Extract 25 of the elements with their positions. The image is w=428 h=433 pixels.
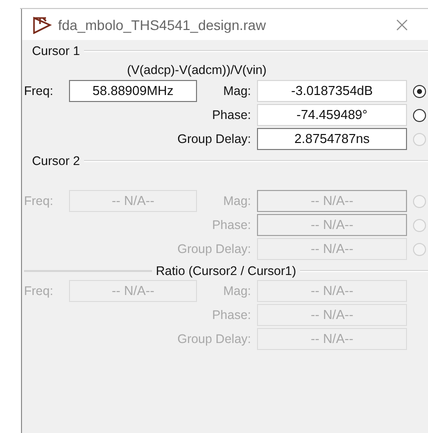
field-label: Group Delay: [176, 332, 252, 346]
field-label: Group Delay: [176, 242, 252, 256]
value-field[interactable]: -3.0187354dB [257, 80, 407, 102]
radio-button[interactable] [413, 108, 426, 122]
expression-label: (V(adcp)-V(adcm))/V(vin) [127, 63, 267, 77]
value-field[interactable]: 2.8754787ns [257, 128, 407, 150]
field-label: Mag: [222, 84, 252, 98]
field-label: Freq: [24, 84, 54, 98]
field-label: Mag: [222, 284, 252, 298]
section-title: Cursor 2 [31, 154, 81, 168]
section-title: Cursor 1 [31, 44, 81, 58]
close-icon[interactable] [396, 18, 408, 30]
window-title: fda_mbolo_THS4541_design.raw [58, 16, 267, 32]
field-label: Phase: [211, 308, 252, 322]
app-logo-icon [32, 16, 52, 34]
field-label: Freq: [24, 194, 54, 208]
field-label: Phase: [211, 108, 252, 122]
field-label: Freq: [24, 284, 54, 298]
value-field[interactable]: 58.88909MHz [69, 80, 197, 102]
section-title: Ratio (Cursor2 / Cursor1) [154, 264, 298, 278]
radio-button[interactable] [413, 84, 426, 98]
field-label: Group Delay: [176, 132, 252, 146]
field-label: Phase: [211, 218, 252, 232]
field-label: Mag: [222, 194, 252, 208]
value-field[interactable]: -74.459489° [257, 104, 407, 126]
